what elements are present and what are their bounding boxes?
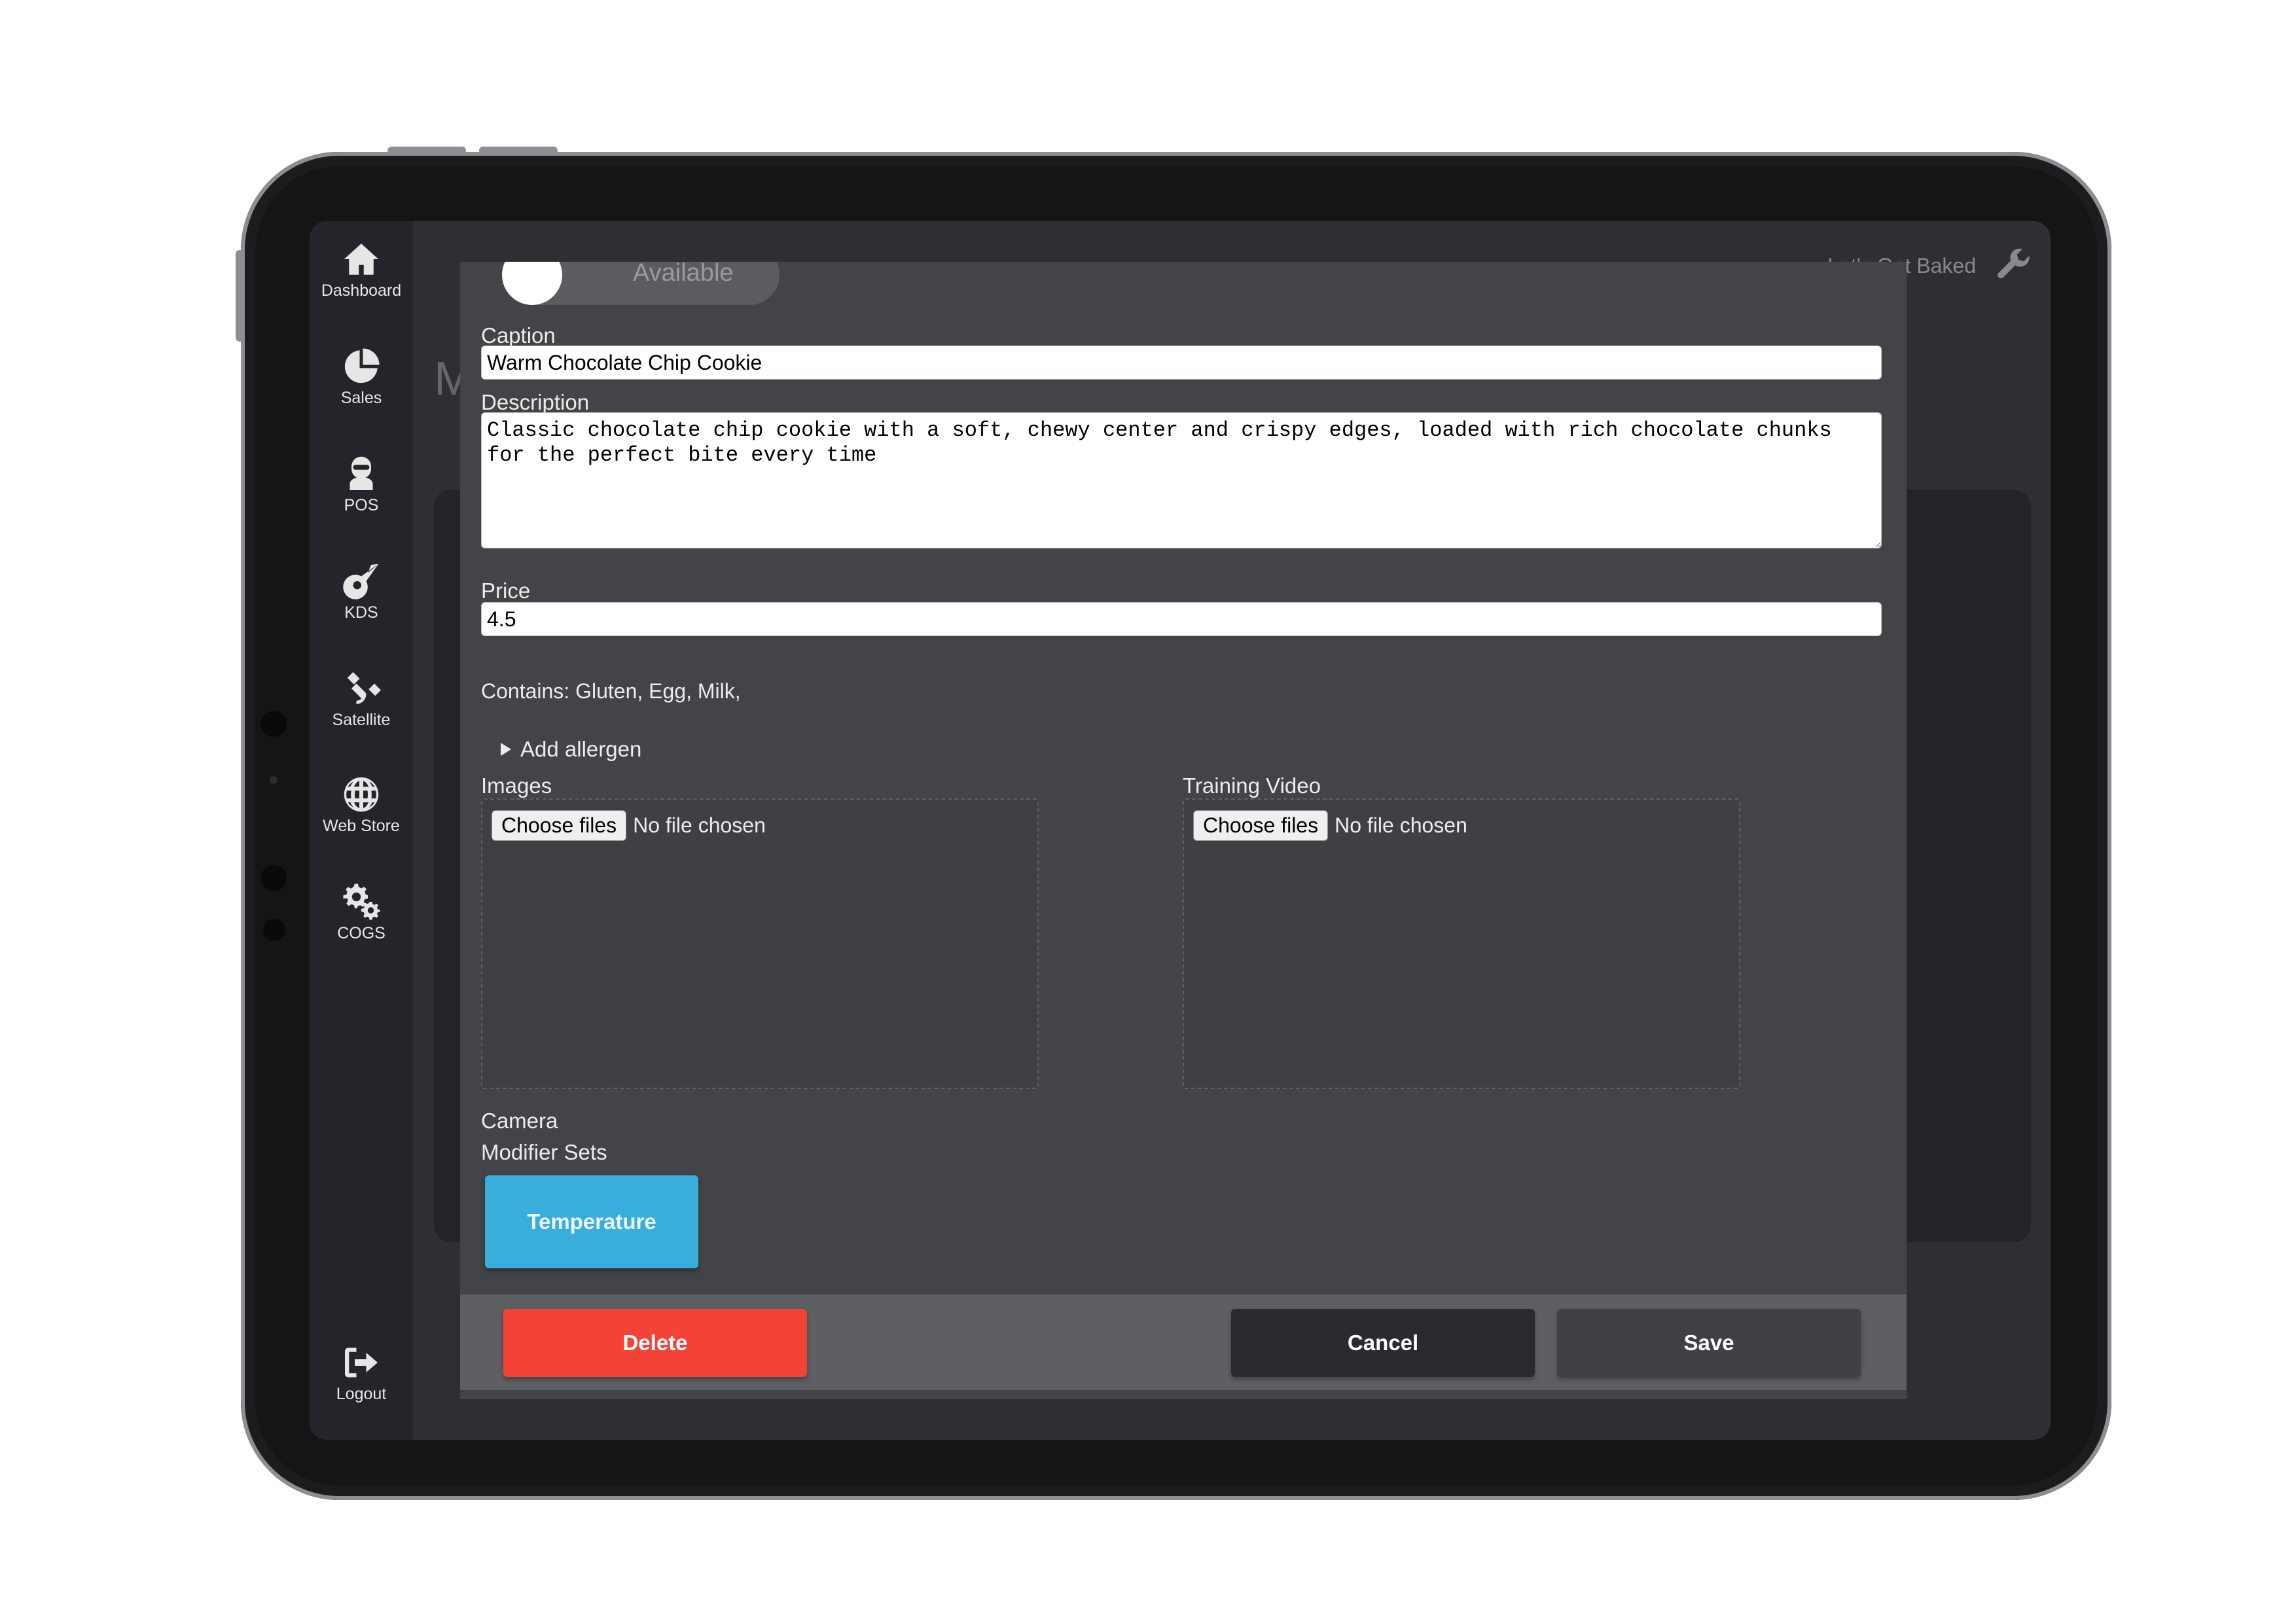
availability-toggle[interactable]: Available: [502, 262, 780, 305]
settings-button[interactable]: [1996, 246, 2032, 286]
app-screen: Dashboard Sales POS KDS Satellite Web St…: [310, 221, 2051, 1440]
add-allergen-toggle[interactable]: Add allergen: [501, 737, 641, 762]
sidebar-item-cogs[interactable]: COGS: [310, 882, 413, 943]
sidebar-item-satellite[interactable]: Satellite: [310, 669, 413, 730]
images-dropzone[interactable]: Choose files No file chosen: [481, 798, 1039, 1089]
sidebar-item-kds[interactable]: KDS: [310, 562, 413, 622]
sidebar-item-pos[interactable]: POS: [310, 454, 413, 515]
delete-button[interactable]: Delete: [503, 1309, 807, 1377]
sidebar-item-label: Sales: [340, 389, 382, 407]
price-label: Price: [481, 579, 531, 603]
availability-label: Available: [633, 262, 734, 287]
video-file-picker: Choose files No file chosen: [1193, 810, 1467, 841]
save-button[interactable]: Save: [1557, 1309, 1861, 1377]
modal-footer: Delete Cancel Save: [460, 1294, 1907, 1390]
images-file-picker: Choose files No file chosen: [492, 810, 766, 841]
images-choose-files-button[interactable]: Choose files: [492, 810, 627, 841]
camera-label: Camera: [481, 1109, 558, 1133]
sidebar-item-label: KDS: [344, 603, 378, 622]
sidebar-item-label: Satellite: [332, 711, 391, 729]
page: Dashboard Sales POS KDS Satellite Web St…: [0, 0, 2296, 1623]
sidebar: Dashboard Sales POS KDS Satellite Web St…: [310, 221, 413, 1440]
gears-icon: [343, 883, 380, 920]
home-icon: [344, 243, 379, 275]
add-allergen-label: Add allergen: [520, 737, 642, 761]
cancel-button[interactable]: Cancel: [1231, 1309, 1535, 1377]
images-label: Images: [481, 774, 552, 798]
training-video-dropzone[interactable]: Choose files No file chosen: [1183, 798, 1740, 1089]
sidebar-item-label: POS: [344, 496, 379, 514]
sidebar-item-dashboard[interactable]: Dashboard: [310, 240, 413, 300]
astronaut-icon: [350, 456, 373, 490]
camera-sensor: [263, 919, 285, 941]
sidebar-item-web-store[interactable]: Web Store: [310, 775, 413, 836]
camera-sensor: [270, 776, 278, 784]
pie-chart-icon: [344, 348, 380, 383]
camera-lens: [260, 865, 287, 891]
allergen-list: Contains: Gluten, Egg, Milk,: [481, 679, 741, 703]
logout-icon: [345, 1347, 378, 1378]
price-input[interactable]: [481, 602, 1882, 636]
modifier-sets-label: Modifier Sets: [481, 1140, 607, 1164]
description-label: Description: [481, 390, 590, 414]
globe-icon: [344, 777, 379, 812]
sidebar-item-sales[interactable]: Sales: [310, 347, 413, 408]
wrench-icon: [1998, 248, 2030, 279]
video-file-status: No file chosen: [1335, 813, 1467, 837]
caption-label: Caption: [481, 323, 556, 348]
satellite-icon: [347, 672, 381, 704]
images-file-status: No file chosen: [633, 813, 766, 837]
caption-input[interactable]: [481, 346, 1882, 380]
sidebar-item-logout[interactable]: Logout: [310, 1343, 413, 1404]
training-video-label: Training Video: [1183, 774, 1321, 798]
sidebar-item-label: COGS: [337, 924, 386, 942]
sidebar-item-label: Logout: [336, 1385, 387, 1403]
description-textarea[interactable]: Classic chocolate chip cookie with a sof…: [481, 412, 1882, 548]
toggle-knob: [502, 262, 562, 305]
comet-icon: [343, 563, 379, 599]
camera-sensor: [260, 711, 287, 737]
modal-body: Available Caption Description Classic ch…: [460, 262, 1907, 1294]
edit-item-modal: Available Caption Description Classic ch…: [460, 262, 1907, 1399]
sidebar-item-label: Dashboard: [321, 281, 402, 300]
modifier-set-temperature-button[interactable]: Temperature: [485, 1175, 698, 1268]
video-choose-files-button[interactable]: Choose files: [1193, 810, 1329, 841]
triangle-right-icon: [501, 743, 511, 756]
sidebar-item-label: Web Store: [323, 817, 400, 835]
